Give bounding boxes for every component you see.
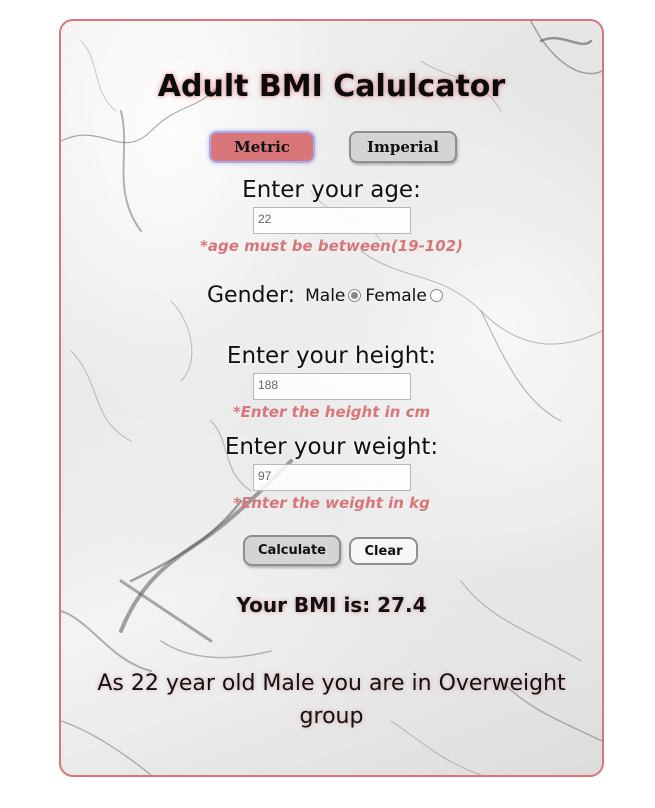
bmi-result: Your BMI is: 27.4 bbox=[236, 593, 427, 617]
bmi-group-message: As 22 year old Male you are in Overweigh… bbox=[97, 671, 566, 729]
height-input[interactable]: 188 bbox=[253, 373, 411, 400]
calculator-content: Adult BMI Calulcator Metric Imperial Ent… bbox=[61, 21, 602, 775]
metric-button[interactable]: Metric bbox=[209, 131, 315, 163]
gender-radio-female[interactable] bbox=[429, 289, 443, 302]
imperial-button[interactable]: Imperial bbox=[349, 131, 457, 163]
age-input[interactable]: 22 bbox=[253, 207, 411, 234]
clear-button[interactable]: Clear bbox=[349, 537, 418, 565]
age-hint: *age must be between(19-102) bbox=[200, 237, 463, 255]
gender-option-female-label: Female bbox=[365, 285, 427, 306]
gender-row: Gender: Male Female bbox=[207, 283, 447, 308]
height-label: Enter your height: bbox=[226, 343, 437, 369]
gender-label: Gender: bbox=[207, 283, 296, 308]
height-hint: *Enter the height in cm bbox=[232, 403, 431, 421]
weight-input[interactable]: 97 bbox=[253, 464, 411, 491]
age-label: Enter your age: bbox=[242, 177, 421, 203]
gender-radio-male[interactable] bbox=[348, 289, 362, 302]
calculate-button[interactable]: Calculate bbox=[243, 535, 341, 566]
gender-option-male-label: Male bbox=[305, 285, 346, 306]
page-title: Adult BMI Calulcator bbox=[157, 69, 506, 104]
weight-hint: *Enter the weight in kg bbox=[233, 494, 430, 512]
weight-label: Enter your weight: bbox=[224, 434, 439, 460]
calculator-card: Adult BMI Calulcator Metric Imperial Ent… bbox=[59, 19, 604, 777]
